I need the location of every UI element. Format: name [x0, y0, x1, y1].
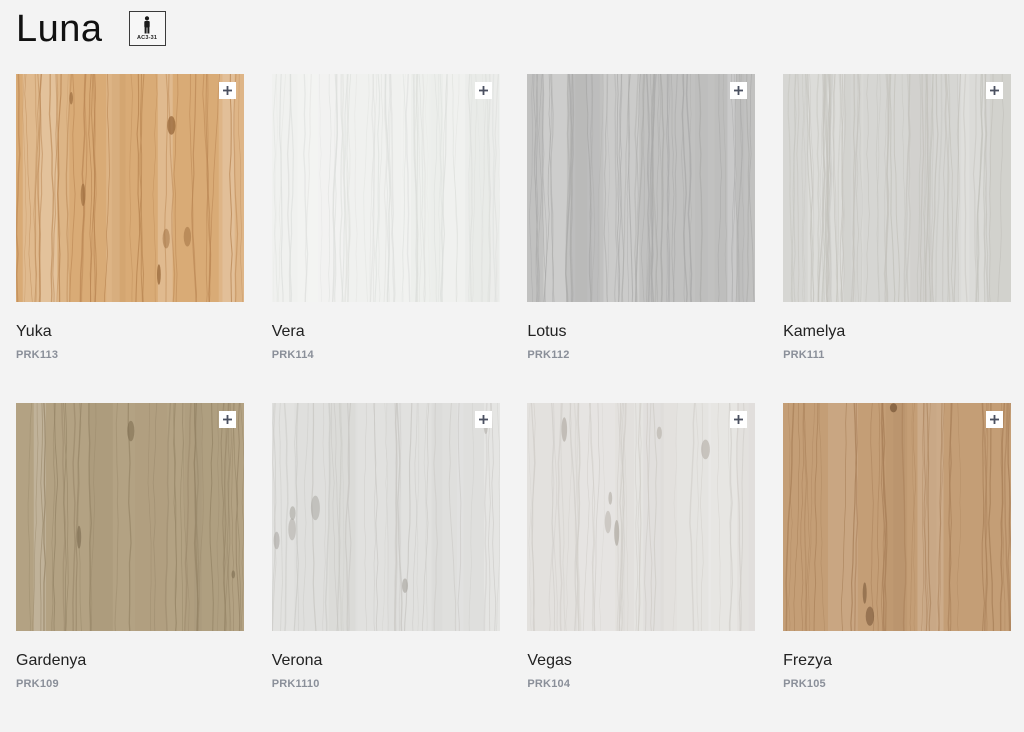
plus-icon [478, 415, 488, 424]
add-button[interactable] [986, 411, 1004, 428]
product-swatch[interactable] [527, 74, 756, 302]
product-code: PRK113 [16, 349, 59, 362]
product-name[interactable]: Vegas [527, 651, 755, 670]
product-swatch[interactable] [783, 403, 1012, 631]
add-button[interactable] [986, 82, 1004, 99]
product-code: PRK104 [527, 678, 571, 691]
wood-texture [783, 403, 1012, 631]
add-button[interactable] [219, 82, 236, 99]
plus-icon [990, 415, 1000, 424]
product-name[interactable]: Vera [272, 322, 500, 341]
product-card: Frezya PRK105 [783, 403, 1012, 732]
product-swatch[interactable] [783, 74, 1012, 302]
product-code: PRK105 [783, 678, 826, 691]
product-swatch[interactable] [16, 403, 244, 631]
add-button[interactable] [219, 411, 236, 428]
product-name[interactable]: Kamelya [783, 322, 1011, 341]
person-icon [144, 15, 150, 33]
plus-icon [223, 86, 232, 95]
wood-texture [16, 403, 244, 631]
product-code: PRK112 [527, 349, 570, 362]
product-swatch[interactable] [16, 74, 244, 302]
wood-texture [527, 74, 756, 302]
product-card: Yuka PRK113 [16, 74, 244, 403]
product-name[interactable]: Gardenya [16, 651, 244, 670]
add-button[interactable] [474, 82, 492, 99]
product-swatch[interactable] [527, 403, 756, 631]
product-code: PRK1110 [271, 678, 320, 691]
add-button[interactable] [730, 411, 748, 428]
product-code: PRK109 [16, 678, 59, 691]
product-name[interactable]: Frezya [783, 651, 1011, 670]
add-button[interactable] [730, 82, 748, 99]
wood-texture [271, 403, 500, 631]
wood-texture [271, 74, 500, 302]
page-title: Luna [16, 8, 103, 50]
product-card: Vera PRK114 [271, 74, 500, 403]
page-header: Luna AC3-31 [16, 0, 166, 56]
plus-icon [734, 86, 744, 95]
product-card: Verona PRK1110 [271, 403, 500, 732]
product-card: Kamelya PRK111 [783, 74, 1012, 403]
product-code: PRK111 [783, 349, 825, 362]
abrasion-class-badge: AC3-31 [128, 10, 166, 46]
product-card: Gardenya PRK109 [16, 403, 244, 732]
product-name[interactable]: Yuka [16, 322, 244, 341]
plus-icon [990, 86, 1000, 95]
product-card: Vegas PRK104 [527, 403, 756, 732]
wood-texture [16, 74, 244, 302]
plus-icon [734, 415, 744, 424]
product-name[interactable]: Lotus [527, 322, 755, 341]
product-swatch[interactable] [271, 74, 500, 302]
wood-texture [527, 403, 756, 631]
product-name[interactable]: Verona [272, 651, 500, 670]
plus-icon [223, 415, 232, 424]
plus-icon [478, 86, 488, 95]
add-button[interactable] [474, 411, 492, 428]
badge-label: AC3-31 [136, 34, 158, 41]
product-swatch[interactable] [271, 403, 500, 631]
product-grid: Yuka PRK113 Vera PRK114 Lotus PRK112 Kamelya PR… [16, 74, 1012, 732]
product-code: PRK114 [271, 349, 314, 362]
wood-texture [783, 74, 1012, 302]
product-card: Lotus PRK112 [527, 74, 756, 403]
